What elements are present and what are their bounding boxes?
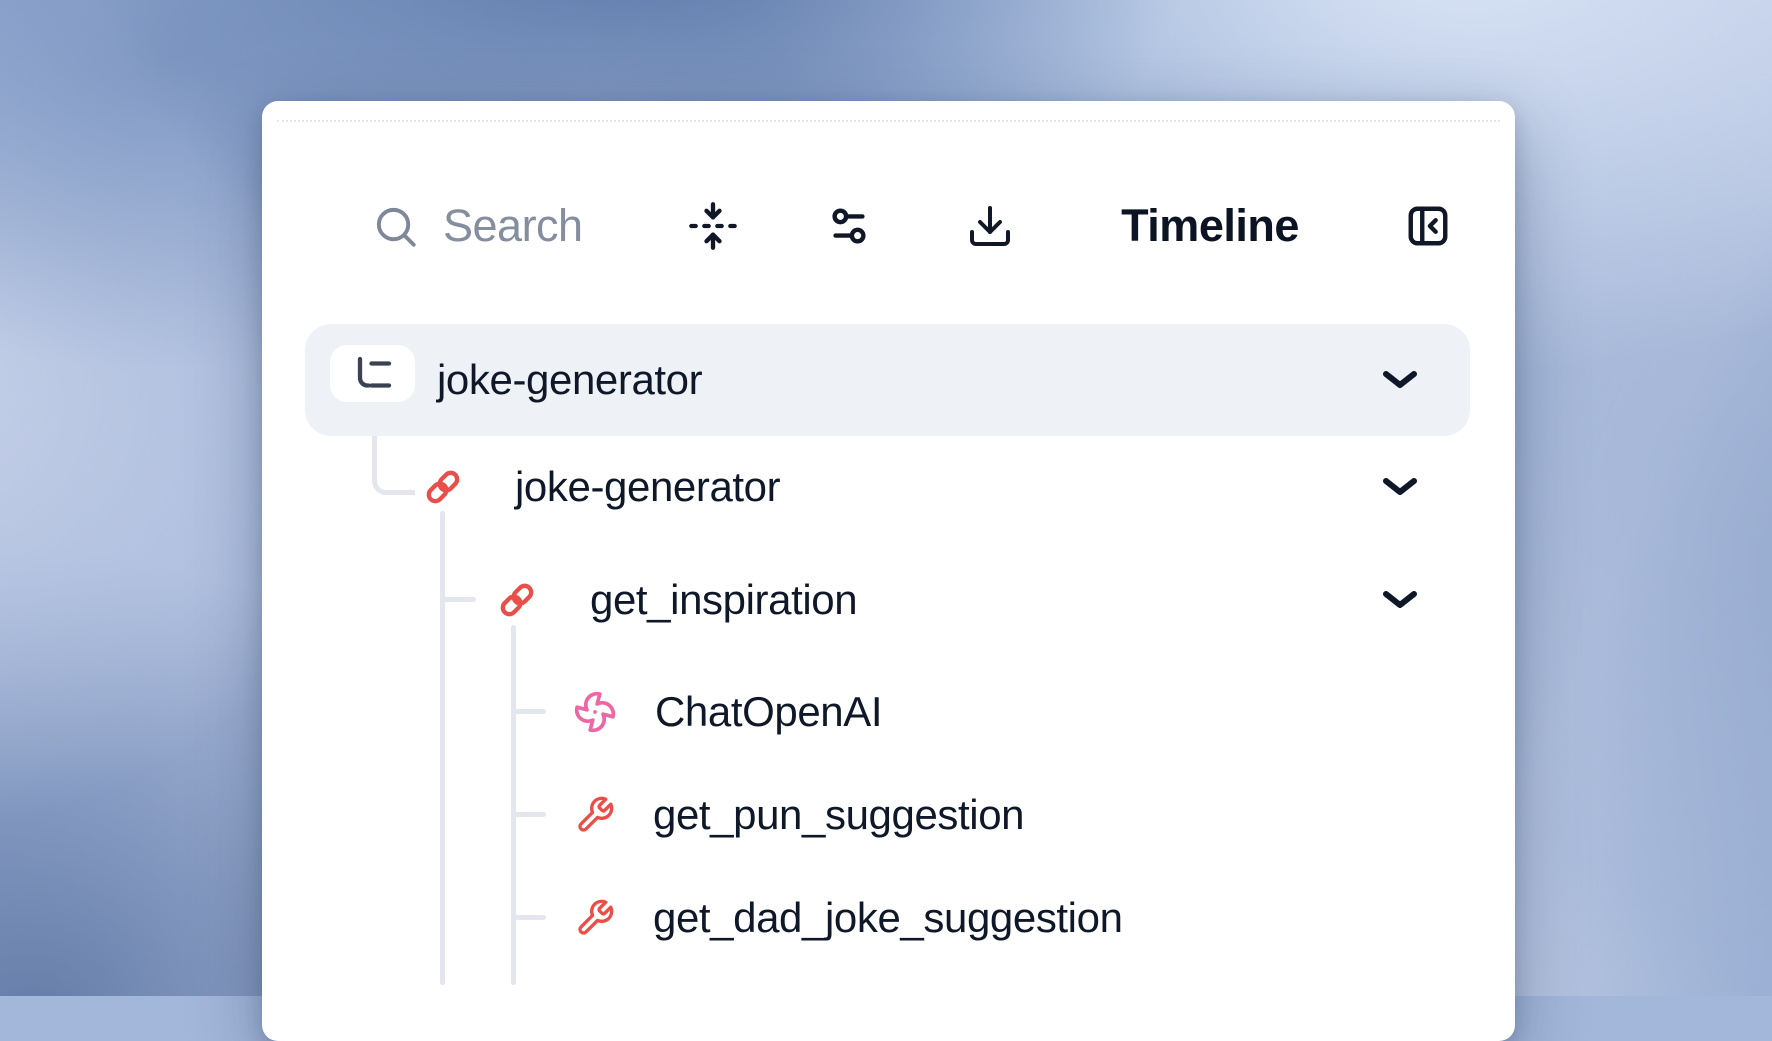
timeline-toggle[interactable]: Timeline (1115, 190, 1305, 262)
tree-row-label: get_inspiration (590, 576, 857, 624)
wrench-icon (575, 898, 615, 938)
collapse-panel-button[interactable] (1405, 203, 1451, 249)
filter-options-button[interactable] (826, 203, 872, 249)
tree-connector-tick (514, 915, 546, 920)
tree-row-tool[interactable]: get_dad_joke_suggestion (575, 882, 1123, 954)
search-button[interactable]: Search (372, 190, 583, 262)
sliders-icon (826, 203, 872, 249)
chain-link-icon (497, 580, 537, 620)
list-tree-icon (353, 355, 393, 393)
tree-connector-tick (514, 709, 546, 714)
tree-row-tool[interactable]: get_pun_suggestion (575, 779, 1024, 851)
search-icon (372, 203, 419, 250)
tree-connector-line (440, 511, 445, 985)
header-divider (277, 120, 1500, 122)
tree-connector-line (511, 625, 516, 985)
collapse-all-button[interactable] (687, 200, 739, 252)
tree-row-root[interactable]: joke-generator (305, 324, 1470, 436)
tree-row-llm[interactable]: ChatOpenAI (573, 676, 882, 748)
tree-connector-tick (443, 597, 476, 602)
chain-link-icon (423, 467, 463, 507)
chevron-down-icon[interactable] (1382, 590, 1418, 610)
tree-row-label: ChatOpenAI (655, 688, 882, 736)
root-badge (330, 345, 415, 402)
tree-connector-tick (514, 812, 546, 817)
tree-row-label: get_pun_suggestion (653, 791, 1024, 839)
tree-row-label: joke-generator (437, 356, 702, 404)
chevron-down-icon[interactable] (1382, 370, 1418, 390)
panel-left-close-icon (1405, 203, 1451, 249)
wrench-icon (575, 795, 615, 835)
tree-row-chain[interactable]: joke-generator (423, 451, 780, 523)
fan-icon (573, 690, 617, 734)
chevron-down-icon[interactable] (1382, 477, 1418, 497)
tree-row-label: get_dad_joke_suggestion (653, 894, 1123, 942)
tree-row-chain[interactable]: get_inspiration (497, 564, 857, 636)
trace-panel: Search Timeline (262, 101, 1515, 1041)
download-icon (966, 202, 1014, 250)
download-button[interactable] (966, 202, 1014, 250)
search-label: Search (443, 200, 583, 252)
fold-vertical-icon (687, 200, 739, 252)
tree-row-label: joke-generator (515, 463, 780, 511)
